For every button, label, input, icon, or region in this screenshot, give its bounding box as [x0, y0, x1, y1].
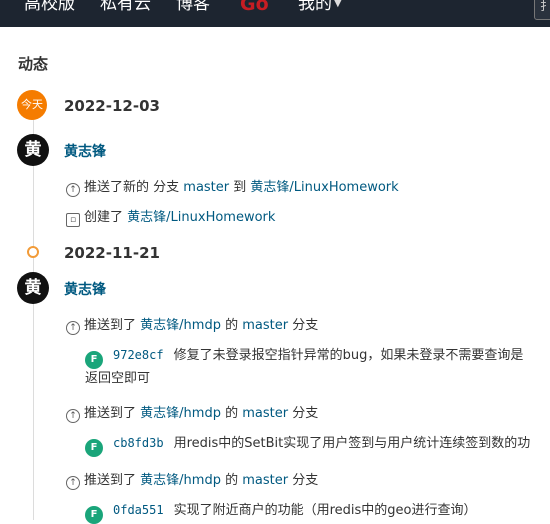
repo-icon: ▫ [66, 213, 80, 227]
commit-message: 用redis中的SetBit实现了用户签到与用户统计连续签到数的功 [173, 436, 531, 451]
timeline-line [33, 118, 34, 520]
user-name-link[interactable]: 黄志锋 [64, 141, 106, 161]
date-heading: 2022-11-21 [64, 244, 160, 262]
branch-link[interactable]: master [183, 180, 229, 195]
user-name-link[interactable]: 黄志锋 [64, 279, 106, 299]
commit-message: 实现了附近商户的功能（用redis中的geo进行查询） [173, 503, 477, 518]
push-icon: ↑ [66, 183, 80, 197]
push-icon: ↑ [66, 409, 80, 423]
nav-link-private-cloud[interactable]: 私有云 [100, 0, 151, 16]
chevron-down-icon: ▼ [334, 0, 342, 9]
avatar[interactable]: 黄 [17, 272, 49, 304]
repo-link[interactable]: 黄志锋/LinuxHomework [127, 210, 275, 225]
repo-link[interactable]: 黄志锋/hmdp [140, 473, 221, 488]
activity-item: ↑ 推送到了 黄志锋/hmdp 的 master 分支 [66, 402, 318, 423]
commit-author-badge: F [85, 439, 103, 457]
nav-menu-mine[interactable]: 我的 ▼ [298, 0, 342, 16]
activity-item: ▫ 创建了 黄志锋/LinuxHomework [66, 206, 275, 227]
nav-mine-label: 我的 [298, 0, 332, 14]
nav-link-blog[interactable]: 博客 [176, 0, 210, 16]
nav-link-campus[interactable]: 高校版 [24, 0, 75, 16]
push-icon: ↑ [66, 321, 80, 335]
branch-link[interactable]: master [242, 318, 288, 333]
activity-item: ↑ 推送到了 黄志锋/hmdp 的 master 分支 [66, 314, 318, 335]
branch-link[interactable]: master [242, 473, 288, 488]
commit-sha-link[interactable]: cb8fd3b [113, 436, 164, 450]
repo-link[interactable]: 黄志锋/hmdp [140, 406, 221, 421]
timeline-dot [27, 246, 39, 258]
branch-link[interactable]: master [242, 406, 288, 421]
commit-author-badge: F [85, 506, 103, 524]
commit-row: F 0fda551 实现了附近商户的功能（用redis中的geo进行查询） [85, 499, 476, 524]
commit-row: F 972e8cf 修复了未登录报空指针异常的bug，如果未登录不需要查询是 [85, 344, 523, 369]
nav-link-go[interactable]: Go [240, 0, 269, 16]
date-heading: 2022-12-03 [64, 97, 160, 115]
push-icon: ↑ [66, 476, 80, 490]
repo-link[interactable]: 黄志锋/hmdp [140, 318, 221, 333]
activity-item: ↑ 推送到了 黄志锋/hmdp 的 master 分支 [66, 469, 318, 490]
today-badge: 今天 [17, 90, 47, 120]
top-nav: 高校版 私有云 博客 Go 我的 ▼ 扌 [0, 0, 550, 27]
activity-item: ↑ 推送了新的 分支 master 到 黄志锋/LinuxHomework [66, 176, 399, 197]
commit-sha-link[interactable]: 972e8cf [113, 348, 164, 362]
repo-link[interactable]: 黄志锋/LinuxHomework [250, 180, 398, 195]
commit-message-cont: 返回空即可 [85, 371, 151, 386]
avatar[interactable]: 黄 [17, 134, 49, 166]
commit-message: 修复了未登录报空指针异常的bug，如果未登录不需要查询是 [173, 348, 524, 363]
commit-sha-link[interactable]: 0fda551 [113, 503, 164, 517]
section-title: 动态 [18, 55, 49, 73]
commit-row: Fcb8fd3b 用redis中的SetBit实现了用户签到与用户统计连续签到数的… [85, 432, 530, 457]
nav-search-box[interactable]: 扌 [534, 0, 550, 20]
